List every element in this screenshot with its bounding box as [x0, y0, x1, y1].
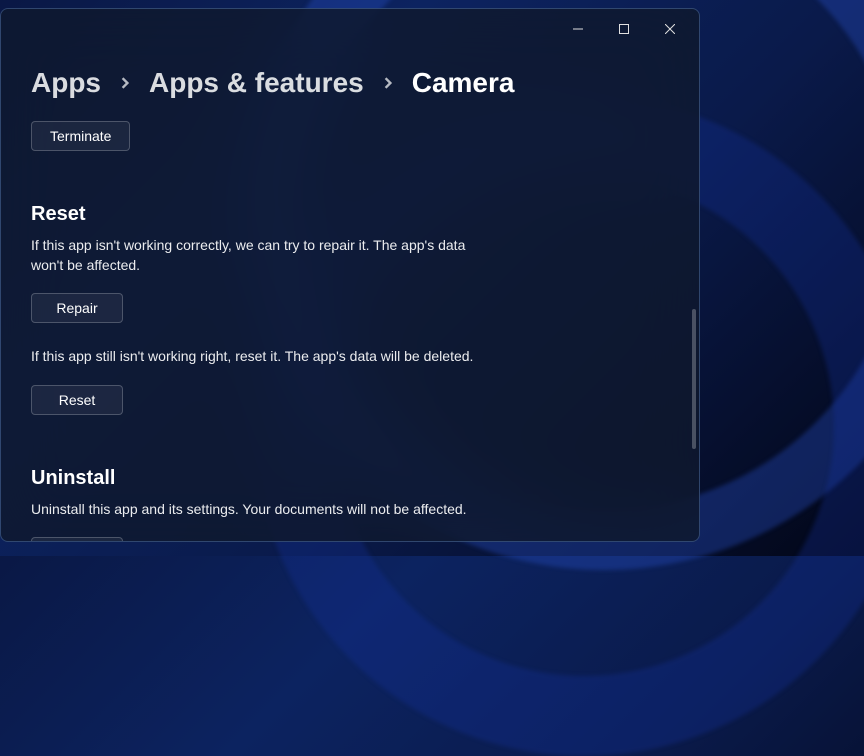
breadcrumb-current: Camera — [412, 67, 515, 99]
reset-button[interactable]: Reset — [31, 385, 123, 415]
repair-description: If this app isn't working correctly, we … — [31, 236, 491, 275]
repair-button[interactable]: Repair — [31, 293, 123, 323]
breadcrumb-apps-features[interactable]: Apps & features — [149, 67, 364, 99]
reset-heading: Reset — [31, 203, 669, 226]
chevron-right-icon — [119, 77, 131, 89]
reset-description: If this app still isn't working right, r… — [31, 347, 491, 367]
close-button[interactable] — [647, 13, 693, 45]
breadcrumb: Apps Apps & features Camera — [31, 67, 669, 99]
terminate-button[interactable]: Terminate — [31, 121, 130, 151]
scrollbar-thumb[interactable] — [692, 309, 696, 449]
minimize-button[interactable] — [555, 13, 601, 45]
uninstall-description: Uninstall this app and its settings. You… — [31, 500, 491, 520]
settings-window: Apps Apps & features Camera Terminate Re… — [0, 8, 700, 542]
breadcrumb-apps[interactable]: Apps — [31, 67, 101, 99]
chevron-right-icon — [382, 77, 394, 89]
uninstall-heading: Uninstall — [31, 467, 669, 490]
uninstall-button[interactable]: Uninstall — [31, 537, 123, 542]
maximize-button[interactable] — [601, 13, 647, 45]
window-titlebar — [1, 9, 699, 49]
settings-content: Apps Apps & features Camera Terminate Re… — [1, 49, 699, 542]
